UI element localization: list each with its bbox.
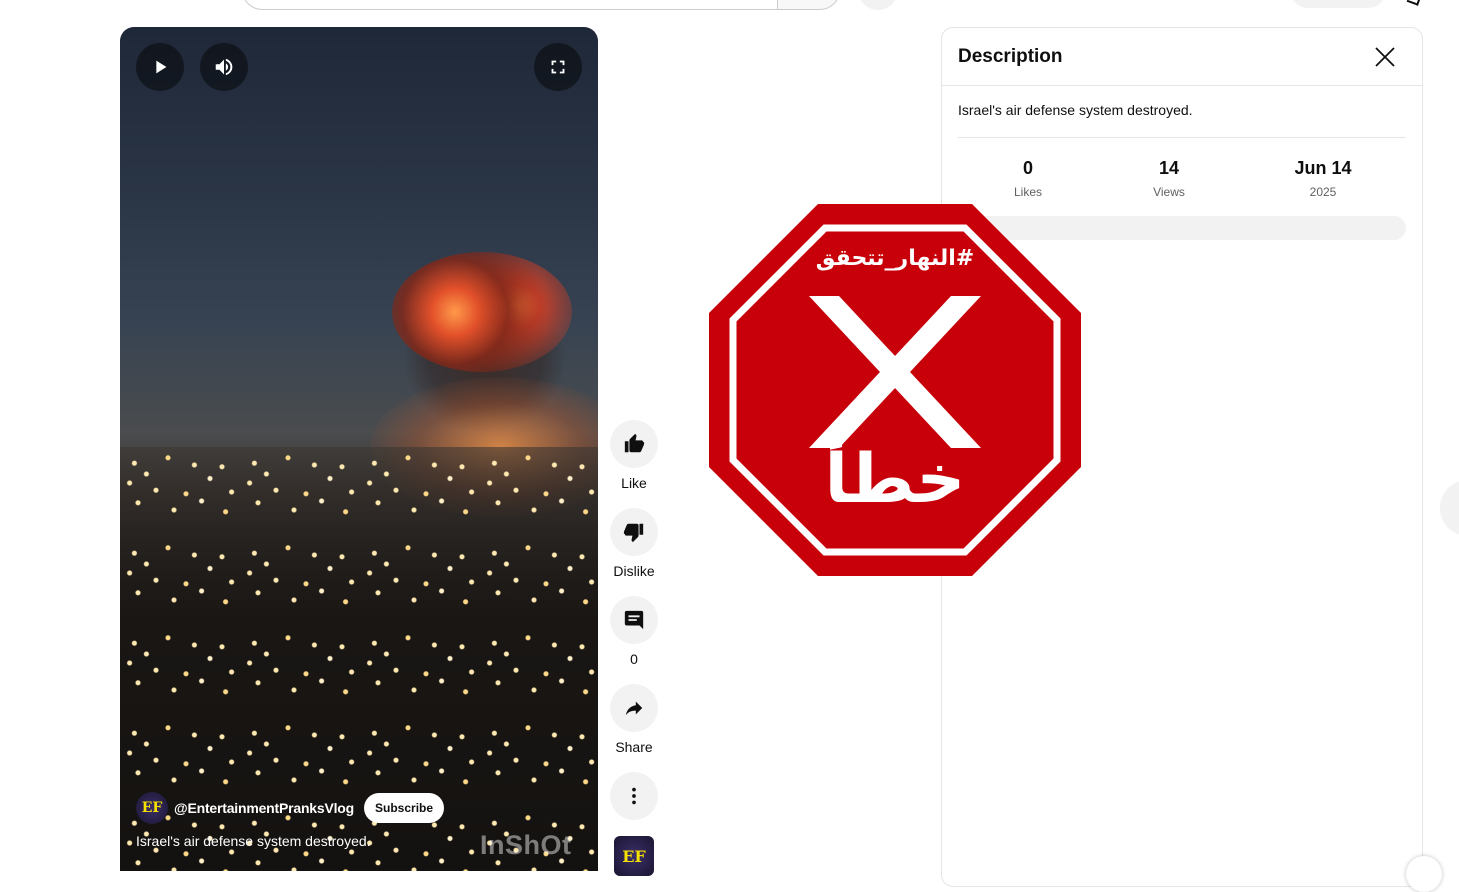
fact-check-stamp: #النهار_تتحقق خطأ [709, 204, 1081, 576]
stat-views: 14 Views [1139, 158, 1199, 199]
divider [958, 137, 1406, 138]
like-action: Like [610, 420, 658, 491]
comments-button[interactable] [610, 596, 658, 644]
stat-date: Jun 14 2025 [1283, 158, 1363, 199]
next-video-button[interactable] [1440, 480, 1459, 536]
header-pill-button[interactable] [1290, 0, 1386, 8]
channel-avatar[interactable]: EF [136, 792, 168, 824]
video-frame-explosion [392, 252, 572, 372]
more-vert-icon [632, 787, 636, 805]
description-text: Israel's air defense system destroyed. [958, 102, 1193, 118]
panel-title: Description [958, 46, 1063, 67]
video-title[interactable]: Israel's air defense system destroyed. [136, 833, 371, 849]
share-icon [625, 701, 643, 716]
more-action [610, 772, 658, 820]
channel-thumbnail[interactable]: EF [614, 836, 654, 876]
stat-likes-label: Likes [1013, 185, 1042, 199]
play-icon [156, 60, 167, 74]
close-button[interactable] [1374, 46, 1396, 68]
corner-assistant-button[interactable] [1406, 856, 1442, 892]
header-icon[interactable] [1406, 0, 1422, 6]
fact-check-verdict: خطأ [824, 440, 966, 519]
share-label: Share [615, 739, 653, 755]
comment-icon [624, 610, 644, 630]
subscribe-button[interactable]: Subscribe [364, 793, 445, 823]
channel-handle[interactable]: @EntertainmentPranksVlog [174, 800, 354, 816]
stat-date-year: 2025 [1309, 185, 1337, 199]
inshot-watermark: InShOt [480, 830, 572, 860]
voice-search-button[interactable] [858, 0, 898, 10]
thumbs-up-icon [624, 433, 645, 453]
stat-date-value: Jun 14 [1294, 158, 1352, 178]
video-player[interactable]: EF @EntertainmentPranksVlog Subscribe Is… [120, 27, 598, 871]
dislike-action: Dislike [610, 508, 658, 579]
dislike-button[interactable] [610, 508, 658, 556]
share-action: Share [610, 684, 658, 755]
more-options-button[interactable] [610, 772, 658, 820]
play-button[interactable] [136, 43, 184, 91]
share-button[interactable] [610, 684, 658, 732]
comments-action: 0 [610, 596, 658, 667]
volume-icon [215, 58, 233, 76]
fullscreen-icon [551, 60, 565, 74]
stat-likes: 0 Likes [998, 158, 1058, 199]
stat-views-label: Views [1153, 185, 1185, 199]
fact-check-hashtag: #النهار_تتحقق [815, 246, 975, 271]
fullscreen-button[interactable] [534, 43, 582, 91]
like-label: Like [621, 475, 647, 491]
volume-button[interactable] [200, 43, 248, 91]
search-button[interactable] [777, 0, 840, 10]
like-button[interactable] [610, 420, 658, 468]
stat-likes-value: 0 [1022, 158, 1033, 178]
panel-header: Description [942, 28, 1422, 86]
thumbs-down-icon [623, 523, 644, 543]
stat-views-value: 14 [1158, 158, 1180, 178]
search-input[interactable] [242, 0, 778, 10]
comments-count: 0 [630, 651, 638, 667]
close-icon [1375, 47, 1395, 67]
dislike-label: Dislike [613, 563, 655, 579]
channel-row: EF @EntertainmentPranksVlog Subscribe [136, 792, 445, 824]
